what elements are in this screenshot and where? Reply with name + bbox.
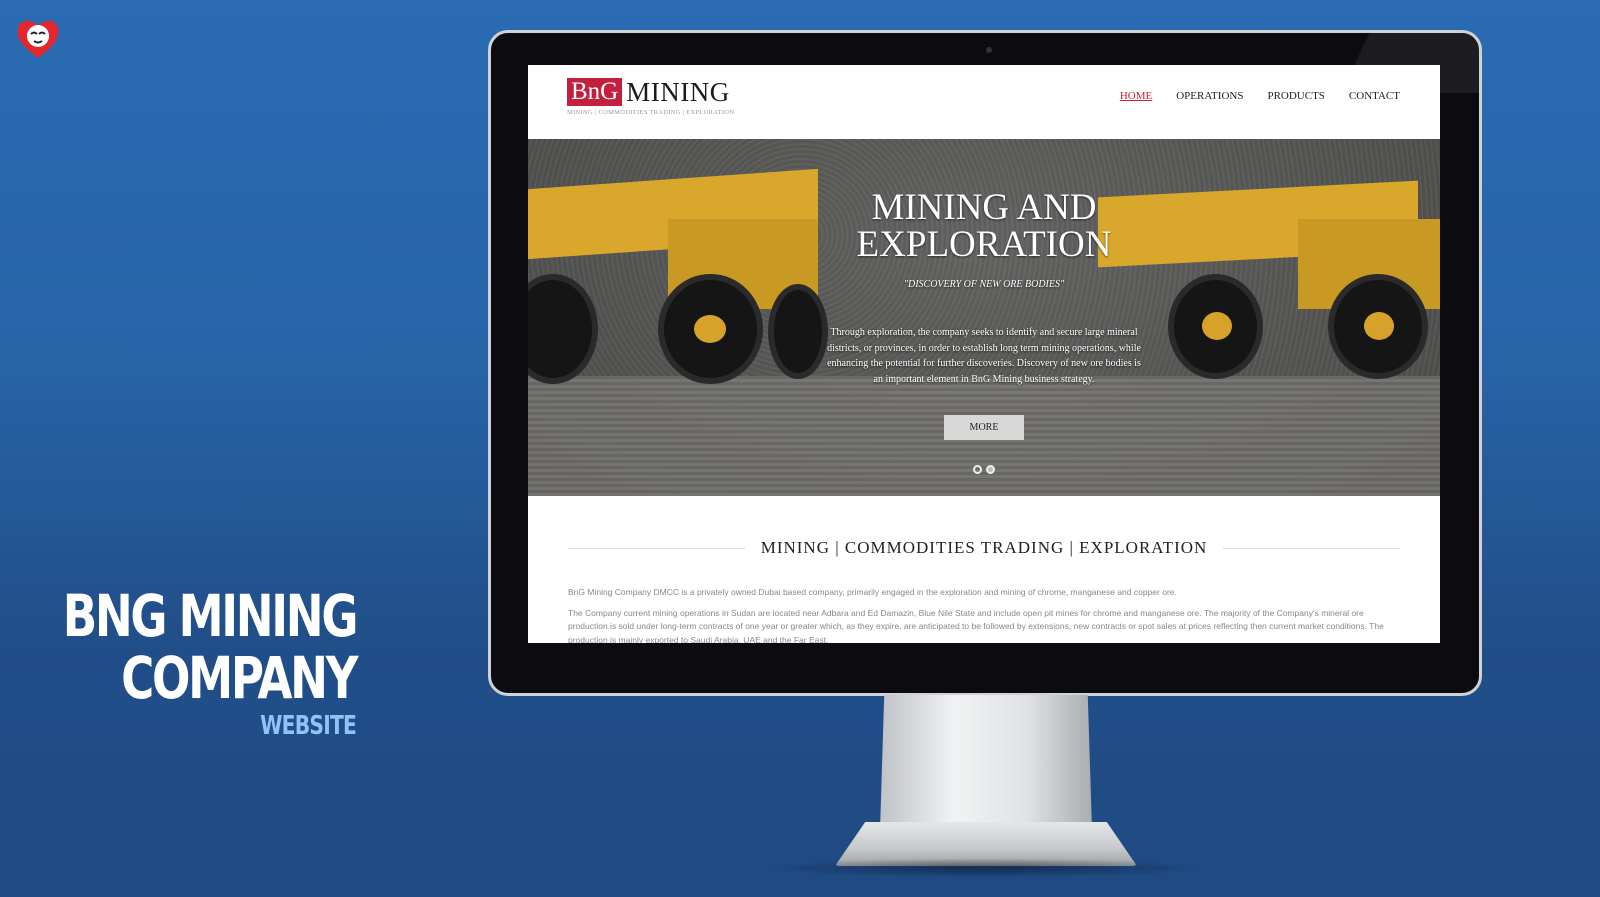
brand-word: MINING <box>626 77 730 107</box>
section-heading: MINING | COMMODITIES TRADING | EXPLORATI… <box>568 538 1401 558</box>
hero-body: Through exploration, the company seeks t… <box>827 327 1141 385</box>
main-nav: HOME OPERATIONS PRODUCTS CONTACT <box>1120 90 1400 102</box>
hero-slider: MINING AND EXPLORATION "DISCOVERY OF NEW… <box>528 139 1440 496</box>
about-paragraph-2: The Company current mining operations in… <box>568 607 1384 644</box>
caption-subtitle: Website <box>259 711 357 741</box>
slider-dots <box>528 461 1440 479</box>
nav-products[interactable]: PRODUCTS <box>1267 90 1324 102</box>
hero-tagline: "DISCOVERY OF NEW ORE BODIES" <box>903 279 1065 290</box>
brand-box: BnG <box>567 78 623 106</box>
nav-home[interactable]: HOME <box>1120 90 1152 102</box>
site-header: BnG MINING MINING | COMMODITIES TRADING … <box>528 65 1440 139</box>
monitor-stand-neck <box>880 695 1092 830</box>
monitor-shadow <box>760 858 1210 878</box>
heading-divider-right <box>1223 547 1401 549</box>
about-section: MINING | COMMODITIES TRADING | EXPLORATI… <box>528 538 1440 643</box>
camera-icon <box>986 47 992 53</box>
brand-tagline: MINING | COMMODITIES TRADING | EXPLORATI… <box>567 109 735 116</box>
caption-title-line1: BnG Mining <box>62 582 359 650</box>
hero-title-line1: MINING AND <box>871 187 1097 228</box>
slider-dot-2[interactable] <box>986 465 995 474</box>
slider-dot-1[interactable] <box>973 465 982 474</box>
hero-title-line2: EXPLORATION <box>856 224 1112 265</box>
heading-divider-left <box>568 547 745 549</box>
more-button[interactable]: MORE <box>943 415 1025 440</box>
project-caption: BnG Mining Company Website <box>0 582 359 741</box>
about-paragraph-1: BnG Mining Company DMCC is a privately o… <box>568 587 1177 597</box>
caption-title-line2: Company <box>121 644 358 712</box>
section-heading-text: MINING | COMMODITIES TRADING | EXPLORATI… <box>760 538 1208 557</box>
studio-logo-icon <box>17 20 59 58</box>
brand-logo[interactable]: BnG MINING MINING | COMMODITIES TRADING … <box>567 78 734 116</box>
nav-contact[interactable]: CONTACT <box>1349 90 1400 102</box>
website-screen: BnG MINING MINING | COMMODITIES TRADING … <box>528 65 1440 643</box>
hero-content: MINING AND EXPLORATION "DISCOVERY OF NEW… <box>528 189 1440 440</box>
nav-operations[interactable]: OPERATIONS <box>1176 90 1243 102</box>
